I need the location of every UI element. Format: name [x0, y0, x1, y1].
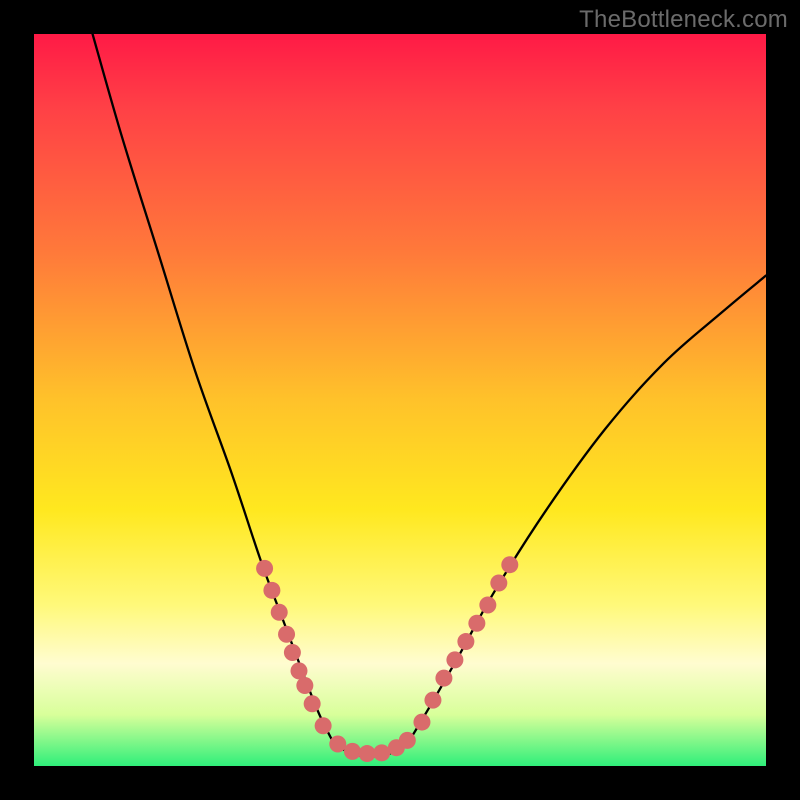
marker-dot — [263, 582, 280, 599]
marker-dot — [290, 662, 307, 679]
marker-dot — [479, 596, 496, 613]
curve-left-curve — [93, 34, 335, 744]
marker-dot — [490, 575, 507, 592]
marker-dot — [468, 615, 485, 632]
marker-dot — [271, 604, 288, 621]
marker-dot — [329, 736, 346, 753]
marker-dot — [278, 626, 295, 643]
plot-area — [34, 34, 766, 766]
marker-dot — [413, 714, 430, 731]
marker-dot — [446, 651, 463, 668]
marker-dot — [359, 745, 376, 762]
marker-dot — [373, 744, 390, 761]
marker-dots — [256, 556, 518, 762]
outer-frame: TheBottleneck.com — [0, 0, 800, 800]
marker-dot — [424, 692, 441, 709]
curve-lines — [93, 34, 766, 757]
watermark-text: TheBottleneck.com — [579, 6, 788, 34]
marker-dot — [399, 732, 416, 749]
marker-dot — [344, 743, 361, 760]
marker-dot — [256, 560, 273, 577]
marker-dot — [304, 695, 321, 712]
marker-dot — [296, 677, 313, 694]
curve-right-curve — [407, 276, 766, 744]
marker-dot — [284, 644, 301, 661]
marker-dot — [501, 556, 518, 573]
marker-dot — [315, 717, 332, 734]
chart-svg — [34, 34, 766, 766]
marker-dot — [457, 633, 474, 650]
marker-dot — [435, 670, 452, 687]
